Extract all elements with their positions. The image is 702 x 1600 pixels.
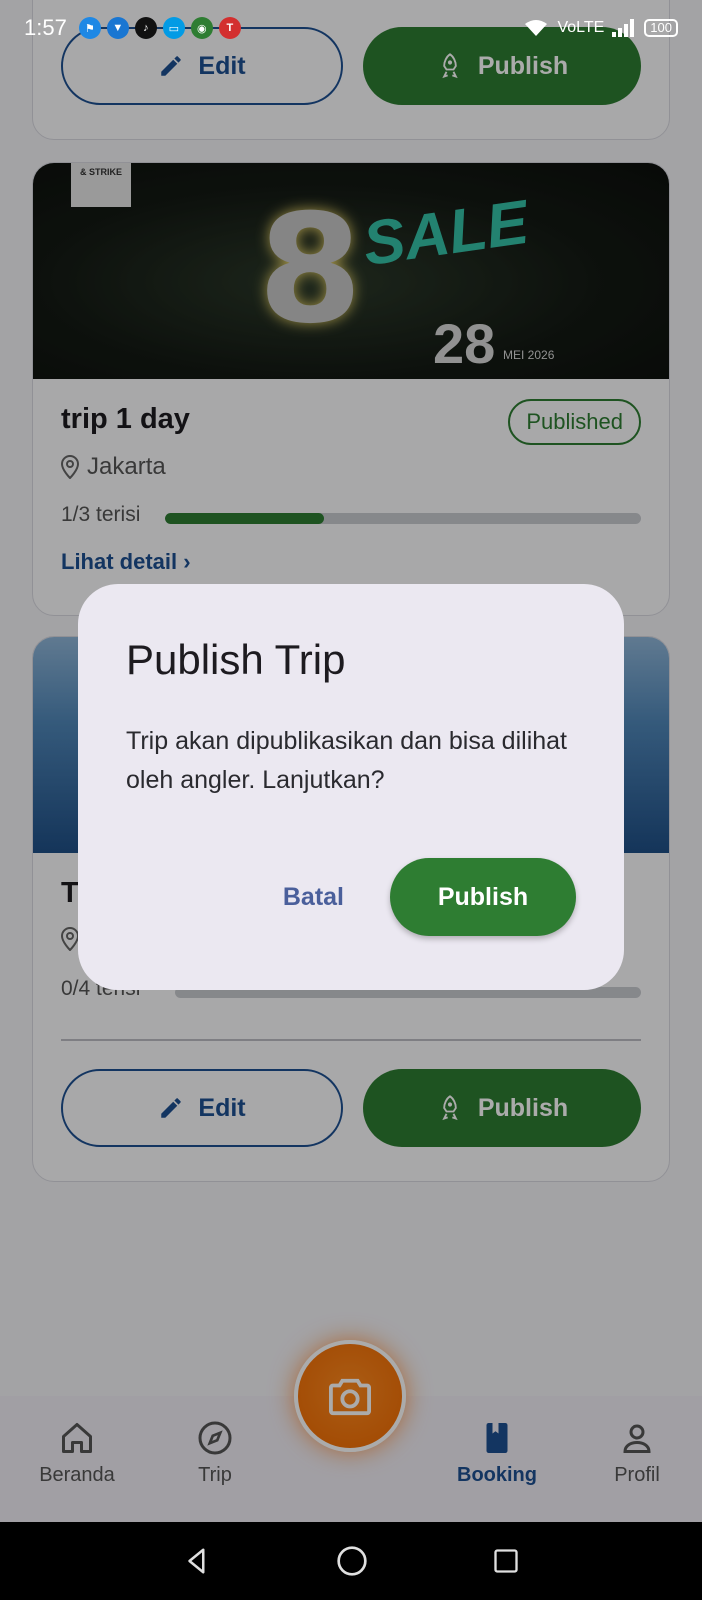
confirm-publish-button[interactable]: Publish xyxy=(390,858,576,936)
home-nav-icon[interactable] xyxy=(336,1545,368,1577)
battery-indicator: 100 xyxy=(644,19,678,37)
telkomsel-icon: T xyxy=(218,17,241,39)
tiktok-icon: ♪ xyxy=(134,17,157,39)
publish-trip-dialog: Publish Trip Trip akan dipublikasikan da… xyxy=(78,584,624,990)
cancel-button[interactable]: Batal xyxy=(283,883,344,912)
message-icon: ▭ xyxy=(162,17,185,39)
status-bar: 1:57 ⚑ ▼ ♪ ▭ ◉ T VoLTE 100 xyxy=(0,0,702,56)
app-screen: 1:57 ⚑ ▼ ♪ ▭ ◉ T VoLTE 100 Edit Publish … xyxy=(0,0,702,1600)
status-time: 1:57 xyxy=(24,15,67,40)
signal-icon xyxy=(612,19,635,37)
shield-icon: ▼ xyxy=(106,17,129,39)
notification-icons: ⚑ ▼ ♪ ▭ ◉ T xyxy=(78,17,241,39)
wifi-icon xyxy=(525,20,548,36)
dialog-message: Trip akan dipublikasikan dan bisa diliha… xyxy=(126,727,568,794)
location-icon: ◉ xyxy=(190,17,213,39)
back-icon[interactable] xyxy=(182,1546,212,1576)
network-label: VoLTE xyxy=(557,19,605,36)
dialog-title: Publish Trip xyxy=(126,636,346,683)
runner-icon: ⚑ xyxy=(78,17,101,39)
status-right: VoLTE 100 xyxy=(523,18,678,38)
recents-icon[interactable] xyxy=(492,1547,520,1575)
system-navigation-bar xyxy=(0,1522,702,1600)
dialog-actions: Batal Publish xyxy=(283,858,576,936)
